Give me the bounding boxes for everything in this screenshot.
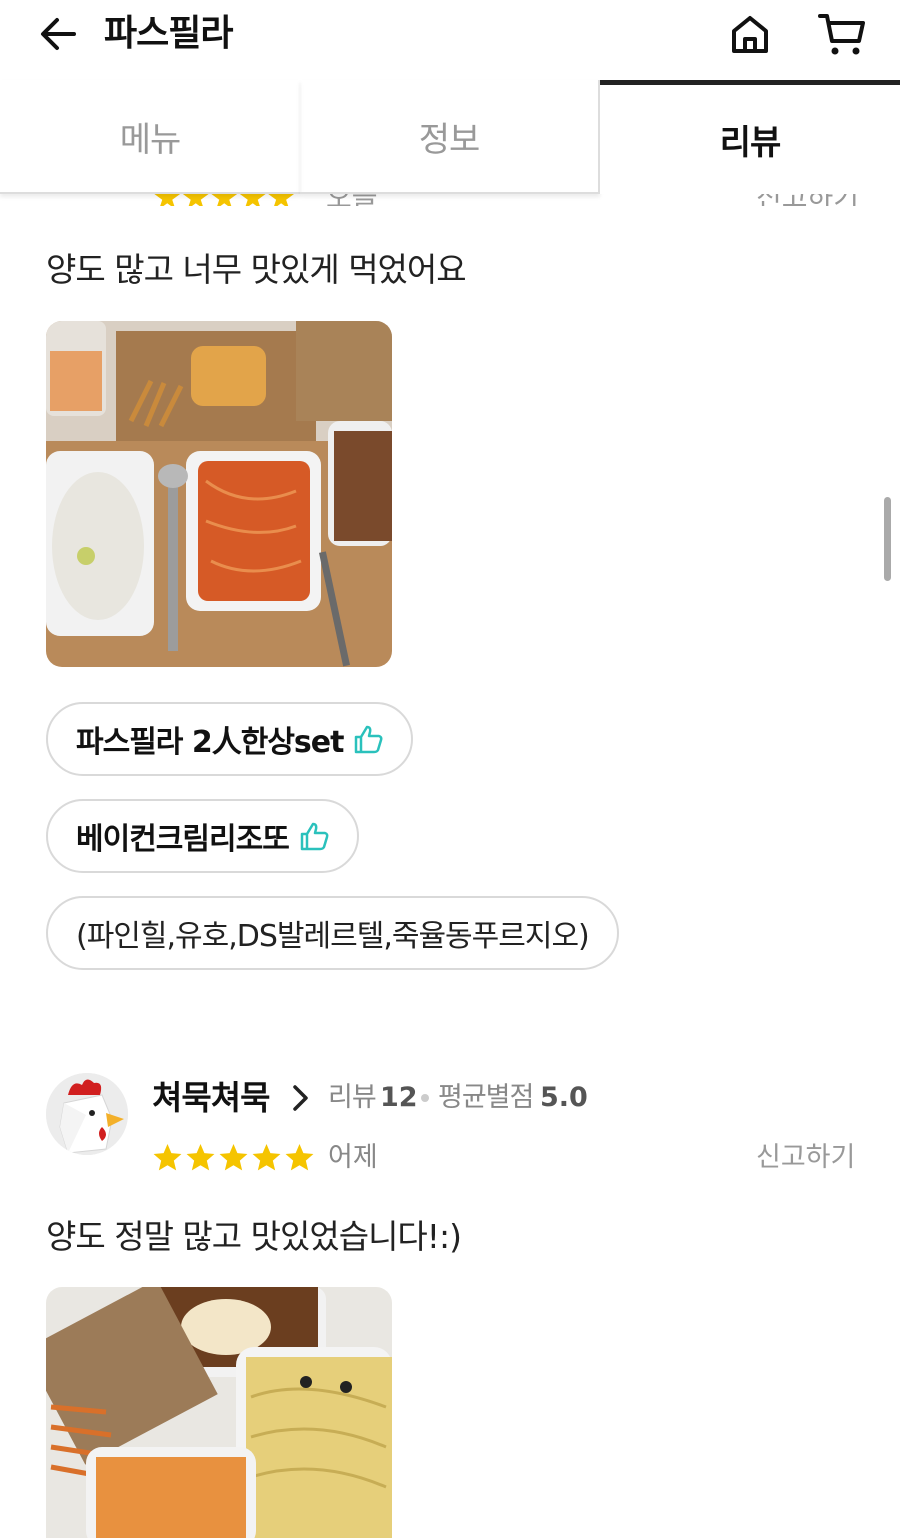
- tab-info[interactable]: 정보: [300, 80, 600, 194]
- menu-chip[interactable]: 파스필라 2人한상set: [46, 702, 414, 776]
- menu-chip-label: 베이컨크림리조또: [76, 822, 290, 857]
- store-tabs: 메뉴 정보 리뷰: [0, 80, 900, 194]
- review-date: 어제: [328, 1142, 378, 1173]
- star-icon: [219, 1143, 248, 1171]
- rating-stars: [152, 1142, 315, 1173]
- menu-chip-label: (파인힐,유호,DS발레르텔,죽율동푸르지오): [76, 919, 590, 954]
- review-count-value: 12: [380, 1082, 418, 1113]
- menu-chip[interactable]: (파인힐,유호,DS발레르텔,죽율동푸르지오): [46, 896, 619, 970]
- star-icon: [252, 1143, 281, 1171]
- review-text: 양도 많고 너무 맛있게 먹었어요: [46, 250, 467, 289]
- separator-dot: [421, 1094, 429, 1102]
- food-photo-icon: [46, 1287, 392, 1538]
- tab-menu[interactable]: 메뉴: [0, 80, 300, 194]
- report-button[interactable]: 신고하기: [756, 1140, 855, 1176]
- review-count-label: 리뷰: [328, 1082, 377, 1113]
- back-button[interactable]: [34, 12, 82, 56]
- avg-rating-label: 평균별점: [438, 1082, 534, 1113]
- menu-chip[interactable]: 베이컨크림리조또: [46, 799, 359, 873]
- star-icon: [186, 1143, 215, 1171]
- avg-rating-value: 5.0: [540, 1082, 588, 1113]
- home-button[interactable]: [724, 10, 776, 60]
- food-photo-icon: [46, 321, 392, 667]
- store-title: 파스필라: [104, 13, 233, 54]
- review-text: 양도 정말 많고 맛있었습니다!:): [46, 1217, 462, 1256]
- home-icon: [732, 16, 768, 53]
- chevron-right-icon[interactable]: [290, 1084, 312, 1112]
- reviewer-name[interactable]: 쳐묵쳐묵: [152, 1076, 270, 1120]
- arrow-left-icon: [41, 18, 76, 50]
- menu-chip-label: 파스필라 2人한상set: [76, 725, 344, 760]
- cart-icon: [818, 14, 865, 55]
- thumbs-up-icon: [299, 821, 329, 851]
- cart-button[interactable]: [814, 10, 870, 60]
- top-app-bar: 파스필라: [0, 0, 900, 70]
- tab-review[interactable]: 리뷰: [600, 80, 900, 194]
- star-icon: [153, 1143, 182, 1171]
- thumbs-up-icon: [353, 724, 383, 754]
- review-photo[interactable]: [46, 321, 392, 667]
- star-icon: [285, 1143, 314, 1171]
- avatar[interactable]: [46, 1073, 128, 1155]
- scrollbar[interactable]: [884, 497, 891, 581]
- review-photo[interactable]: [46, 1287, 392, 1538]
- chicken-avatar-icon: [46, 1073, 128, 1155]
